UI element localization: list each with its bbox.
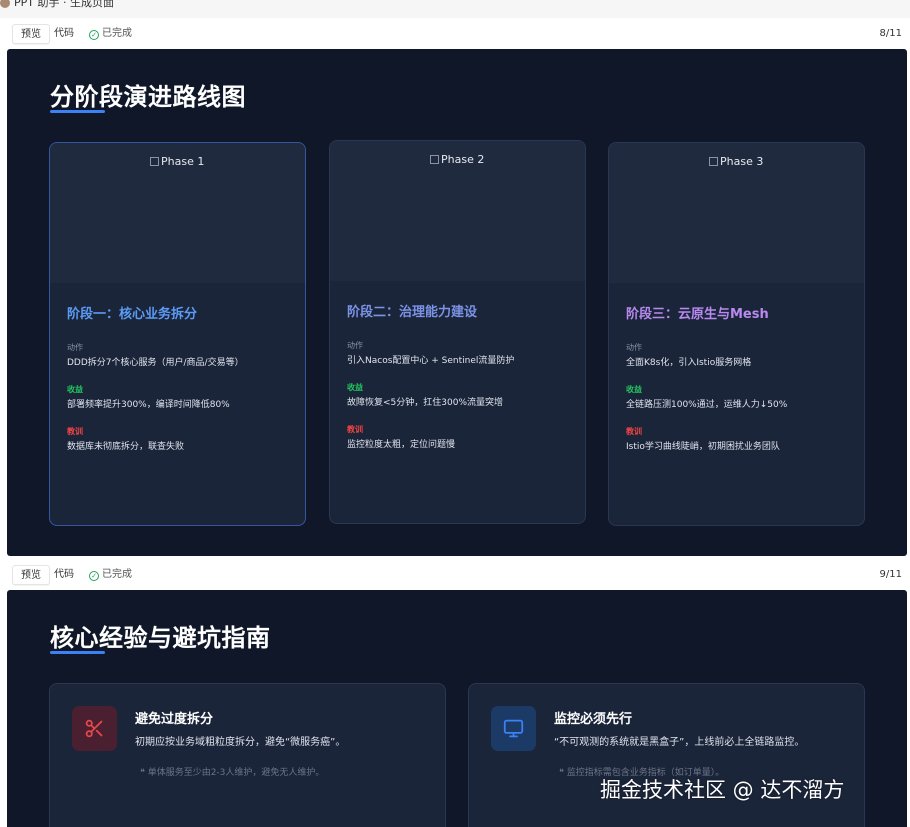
experience-card-1: 避免过度拆分 初期应按业务域粗粒度拆分，避免“微服务癌”。 ❝ 单体服务至少由2… bbox=[49, 683, 446, 827]
tab-code[interactable]: 代码 bbox=[46, 24, 82, 44]
page-indicator: 8/11 bbox=[879, 28, 902, 39]
status-text: 已完成 bbox=[102, 28, 132, 39]
slide-toolbar-9: 预览 代码 ✓ 已完成 9/11 bbox=[0, 560, 910, 590]
lesson-label: 教训 bbox=[626, 427, 642, 436]
phase-card-3: Phase 3 阶段三：云原生与Mesh 动作 全面K8s化，引入Istio服务… bbox=[608, 142, 865, 526]
slide-title: 分阶段演进路线图 bbox=[50, 83, 246, 111]
phase-title: 阶段二：治理能力建设 bbox=[347, 305, 478, 320]
phase-title: 阶段三：云原生与Mesh bbox=[626, 307, 769, 322]
lesson-label: 教训 bbox=[67, 427, 83, 436]
avatar bbox=[0, 0, 10, 8]
action-label: 动作 bbox=[347, 341, 363, 350]
action-label: 动作 bbox=[626, 343, 642, 352]
check-circle-icon: ✓ bbox=[89, 571, 99, 581]
watermark: 掘金技术社区 @ 达不溜方 bbox=[600, 778, 845, 802]
gain-label: 收益 bbox=[626, 385, 642, 394]
tab-preview[interactable]: 预览 bbox=[12, 565, 50, 585]
breadcrumb-text: PPT 助手 · 生成页面 bbox=[14, 0, 114, 9]
slide-toolbar-8: 预览 代码 ✓ 已完成 8/11 bbox=[0, 19, 910, 49]
page-indicator: 9/11 bbox=[879, 569, 902, 580]
action-label: 动作 bbox=[67, 343, 83, 352]
action-text: DDD拆分7个核心服务（用户/商品/交易等） bbox=[67, 358, 244, 368]
lesson-text: Istio学习曲线陡峭，初期困扰业务团队 bbox=[626, 442, 780, 452]
title-underline bbox=[50, 651, 105, 654]
card-title: 避免过度拆分 bbox=[135, 712, 214, 727]
broken-image-icon bbox=[430, 155, 439, 164]
lesson-label: 教训 bbox=[347, 425, 363, 434]
gain-text: 全链路压测100%通过，运维人力↓50% bbox=[626, 400, 788, 410]
status-badge: ✓ 已完成 bbox=[89, 565, 132, 585]
tab-code[interactable]: 代码 bbox=[46, 565, 82, 585]
title-underline bbox=[50, 110, 105, 113]
status-text: 已完成 bbox=[102, 569, 132, 580]
gain-label: 收益 bbox=[347, 383, 363, 392]
tab-preview[interactable]: 预览 bbox=[12, 24, 50, 44]
breadcrumb: PPT 助手 · 生成页面 bbox=[0, 0, 114, 10]
image-alt-text: Phase 2 bbox=[430, 153, 484, 166]
phase-image: Phase 3 bbox=[609, 143, 864, 283]
card-title: 监控必须先行 bbox=[554, 712, 633, 727]
card-description: “不可观测的系统就是黑盒子”，上线前必上全链路监控。 bbox=[554, 737, 805, 748]
check-circle-icon: ✓ bbox=[89, 30, 99, 40]
status-badge: ✓ 已完成 bbox=[89, 24, 132, 44]
slide-title: 核心经验与避坑指南 bbox=[50, 624, 271, 652]
action-text: 全面K8s化，引入Istio服务网格 bbox=[626, 358, 752, 368]
scissors-icon bbox=[72, 706, 117, 751]
card-description: 初期应按业务域粗粒度拆分，避免“微服务癌”。 bbox=[135, 737, 346, 748]
monitor-icon bbox=[491, 706, 536, 751]
app-topbar: PPT 助手 · 生成页面 bbox=[0, 0, 910, 18]
experience-card-2: 监控必须先行 “不可观测的系统就是黑盒子”，上线前必上全链路监控。 ❝ 监控指标… bbox=[468, 683, 865, 827]
phase-image: Phase 2 bbox=[330, 141, 585, 281]
phase-title: 阶段一：核心业务拆分 bbox=[67, 307, 198, 322]
broken-image-icon bbox=[150, 157, 159, 166]
phase-image: Phase 1 bbox=[50, 143, 305, 283]
gain-label: 收益 bbox=[67, 385, 83, 394]
card-quote: ❝ 单体服务至少由2-3人维护，避免无人维护。 bbox=[140, 768, 325, 778]
slide-roadmap: 分阶段演进路线图 Phase 1 阶段一：核心业务拆分 动作 DDD拆分7个核心… bbox=[7, 49, 907, 556]
image-alt-text: Phase 3 bbox=[709, 155, 763, 168]
gain-text: 故障恢复<5分钟，扛住300%流量突增 bbox=[347, 398, 503, 408]
lesson-text: 监控粒度太粗，定位问题慢 bbox=[347, 440, 456, 450]
phase-card-2: Phase 2 阶段二：治理能力建设 动作 引入Nacos配置中心 + Sent… bbox=[329, 140, 586, 524]
gain-text: 部署频率提升300%，编译时间降低80% bbox=[67, 400, 230, 410]
image-alt-text: Phase 1 bbox=[150, 155, 204, 168]
action-text: 引入Nacos配置中心 + Sentinel流量防护 bbox=[347, 356, 515, 366]
lesson-text: 数据库未彻底拆分，联查失败 bbox=[67, 442, 185, 452]
broken-image-icon bbox=[709, 157, 718, 166]
phase-card-1: Phase 1 阶段一：核心业务拆分 动作 DDD拆分7个核心服务（用户/商品/… bbox=[49, 142, 306, 526]
